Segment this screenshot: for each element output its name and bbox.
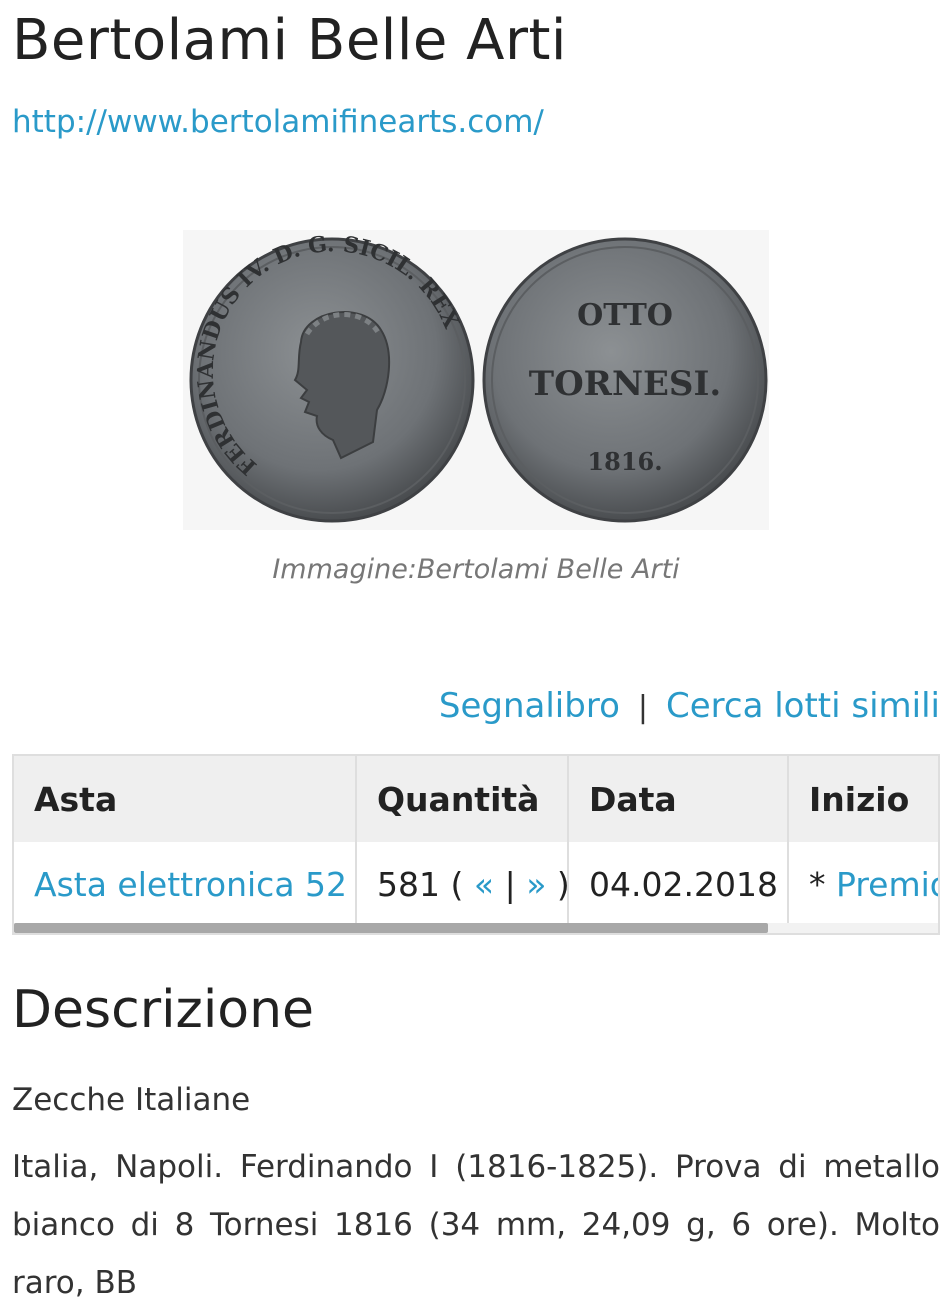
date-cell: 04.02.2018 <box>568 842 789 926</box>
page-title: Bertolami Belle Arti <box>12 8 567 73</box>
description-text: Italia, Napoli. Ferdinando I (1816-1825)… <box>12 1149 940 1301</box>
header-quantity: Quantità <box>356 756 569 842</box>
header-start: Inizio <box>788 756 938 842</box>
auction-cell: Asta elettronica 52 <box>14 842 357 926</box>
description-category: Zecche Italiane <box>12 1082 251 1118</box>
header-auction: Asta <box>14 756 357 842</box>
similar-lots-link[interactable]: Cerca lotti simili <box>666 686 940 726</box>
table-header-row: Asta Quantità Data Inizio <box>14 756 938 842</box>
start-prefix: * <box>809 864 826 904</box>
coin-image[interactable]: FERDINANDUS IV. D. G. SICIL. REX OTTO TO… <box>183 230 769 530</box>
close-paren: ) <box>557 865 566 904</box>
table-scrollbar-thumb[interactable] <box>14 923 768 933</box>
reverse-denomination: OTTO <box>577 298 673 333</box>
bookmark-link[interactable]: Segnalibro <box>439 686 620 726</box>
website-link[interactable]: http://www.bertolamifinearts.com/ <box>12 104 544 140</box>
reverse-unit: TORNESI. <box>529 364 721 404</box>
lot-number: 581 <box>377 864 440 904</box>
description-heading: Descrizione <box>12 980 315 1040</box>
lot-actions: Segnalibro | Cerca lotti simili <box>439 686 940 726</box>
lot-number-cell: 581 ( « | » ) <box>356 842 569 926</box>
reverse-year: 1816. <box>587 447 662 476</box>
actions-separator: | <box>637 690 648 725</box>
previous-lot-link[interactable]: « <box>474 865 494 904</box>
header-date: Data <box>568 756 789 842</box>
next-lot-link[interactable]: » <box>526 865 546 904</box>
auction-link[interactable]: Asta elettronica 52 <box>34 865 347 904</box>
lot-table: Asta Quantità Data Inizio Asta elettroni… <box>14 756 938 926</box>
start-cell: * Premio <box>788 842 938 926</box>
table-row: Asta elettronica 52 581 ( « | » ) 04.02.… <box>14 842 938 926</box>
lot-table-container[interactable]: Asta Quantità Data Inizio Asta elettroni… <box>12 754 940 935</box>
lot-nav-separator: | <box>504 864 516 904</box>
image-caption: Immagine:Bertolami Belle Arti <box>272 554 680 585</box>
premium-link[interactable]: Premio <box>836 865 938 904</box>
coin-reverse: OTTO TORNESI. 1816. <box>482 237 768 523</box>
open-paren: ( <box>450 864 464 904</box>
